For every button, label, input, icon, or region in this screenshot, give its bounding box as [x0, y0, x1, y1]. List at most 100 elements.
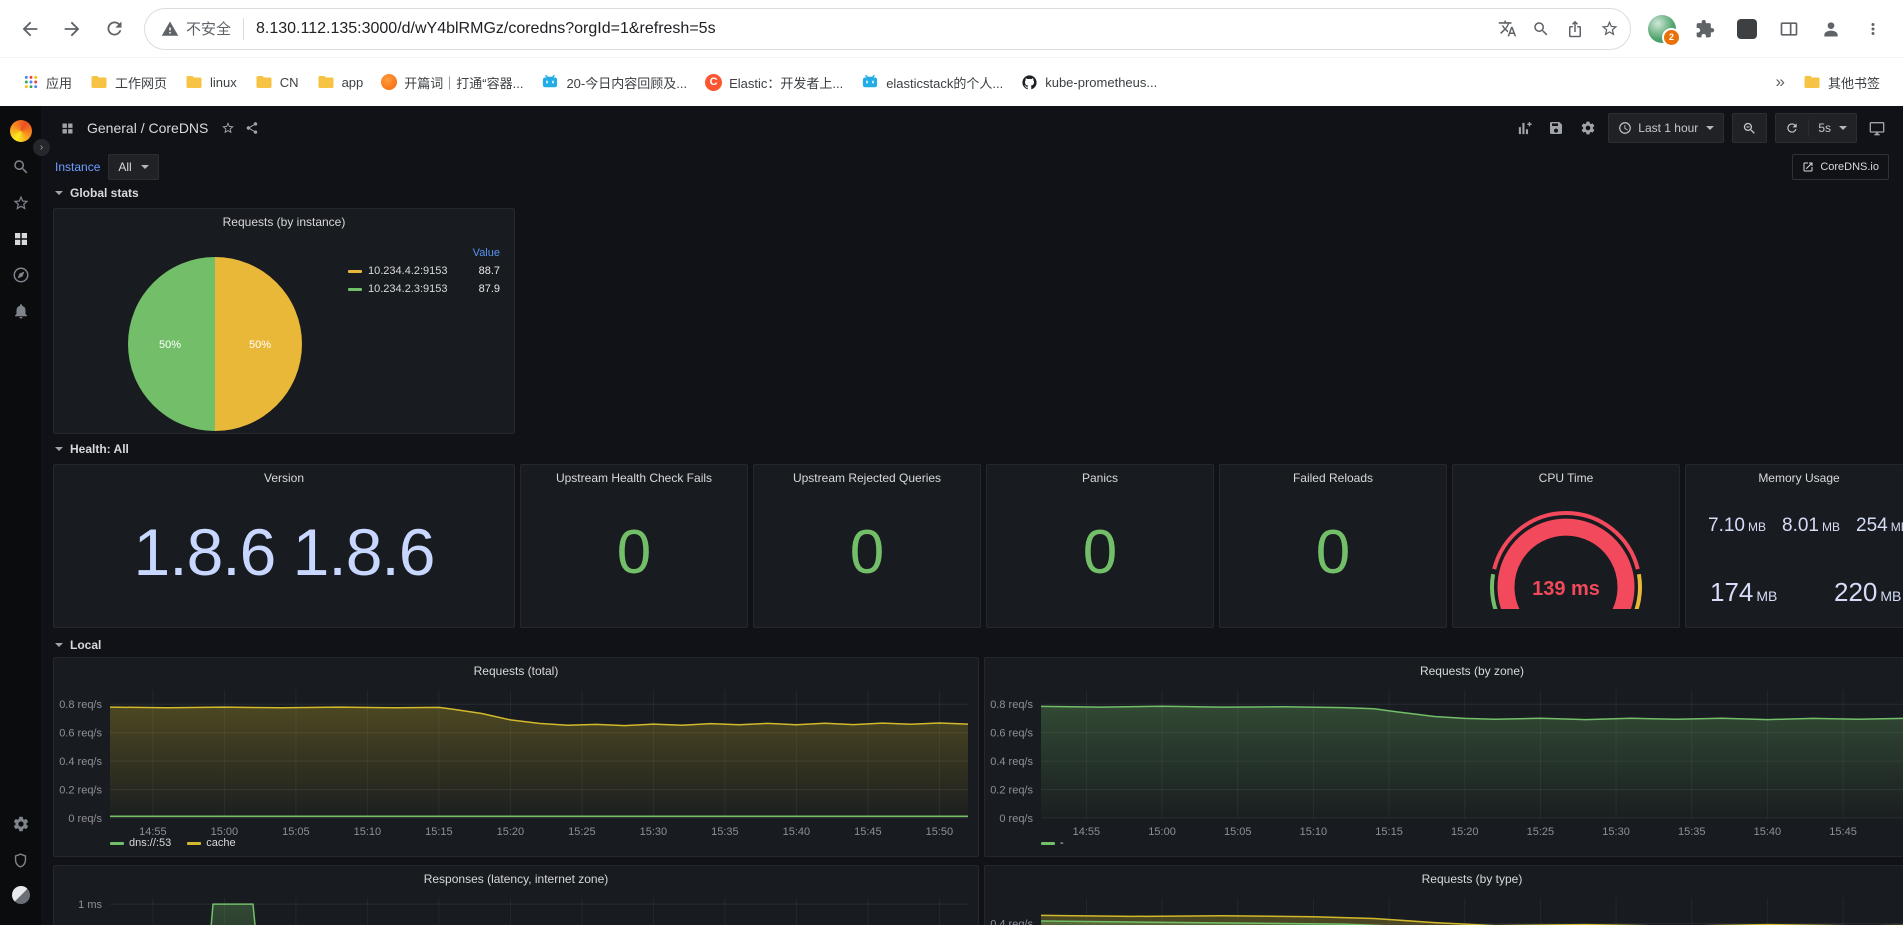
svg-text:139 ms: 139 ms: [1532, 578, 1600, 600]
security-indicator[interactable]: 不安全: [161, 18, 231, 39]
legend-value-header[interactable]: Value: [348, 247, 500, 259]
sidebar-item-explore[interactable]: [0, 260, 41, 290]
warning-icon: [161, 21, 179, 36]
section-health[interactable]: Health: All: [55, 442, 129, 456]
legend-item[interactable]: cache: [187, 837, 236, 849]
bookmarks-bar: 应用 工作网页 linux CN app 开篇词｜打通“容器... 20-今日内…: [0, 57, 1903, 106]
back-button[interactable]: [10, 9, 50, 49]
breadcrumb[interactable]: General / CoreDNS: [87, 120, 208, 136]
bookmark-item[interactable]: CN: [246, 68, 308, 96]
reload-icon: [106, 21, 121, 36]
csdn-icon: C: [705, 73, 723, 91]
add-panel-button[interactable]: [1512, 116, 1536, 140]
sidebar-item-configuration[interactable]: [0, 809, 41, 839]
bookmark-item[interactable]: 开篇词｜打通“容器...: [372, 68, 532, 97]
bookmark-item[interactable]: kube-prometheus...: [1012, 69, 1166, 96]
dashboard-settings-button[interactable]: [1576, 116, 1600, 140]
side-panel-icon: [1780, 21, 1798, 36]
panel-title[interactable]: Requests (by zone): [985, 658, 1903, 684]
zoom-out-button[interactable]: [1732, 113, 1768, 143]
svg-text:0.4 req/s: 0.4 req/s: [990, 756, 1033, 768]
link-label: CoreDNS.io: [1820, 161, 1879, 173]
panel-title[interactable]: Responses (latency, internet zone): [54, 866, 978, 892]
svg-text:15:50: 15:50: [926, 826, 954, 838]
stat-value: 0: [849, 517, 885, 587]
panel-title[interactable]: Requests (total): [54, 658, 978, 684]
url-text[interactable]: 8.130.112.135:3000/d/wY4blRMGz/coredns?o…: [256, 20, 1490, 38]
legend-item[interactable]: 10.234.2.3:9153 87.9: [348, 283, 500, 295]
bookmark-item[interactable]: 20-今日内容回顾及...: [532, 68, 696, 97]
bookmark-item[interactable]: app: [308, 68, 373, 96]
translate-icon: [1498, 20, 1516, 37]
svg-text:15:45: 15:45: [1829, 826, 1857, 838]
bookmark-label: 其他书签: [1827, 75, 1880, 91]
bookmark-star-button[interactable]: [1592, 12, 1626, 46]
section-global-stats[interactable]: Global stats: [55, 186, 139, 200]
url-bar[interactable]: 不安全 8.130.112.135:3000/d/wY4blRMGz/cored…: [144, 7, 1631, 50]
sidebar-item-dashboards[interactable]: [0, 224, 41, 254]
refresh-picker[interactable]: 5s: [1775, 113, 1857, 143]
bookmark-label: Elastic：开发者上...: [729, 75, 844, 91]
legend-item[interactable]: -: [1041, 837, 1064, 849]
legend-item[interactable]: 10.234.4.2:9153 88.7: [348, 265, 500, 277]
share-button[interactable]: [1558, 12, 1592, 46]
bookmark-item[interactable]: C Elastic：开发者上...: [696, 68, 852, 97]
star-icon: [13, 195, 28, 210]
other-bookmarks-button[interactable]: 其他书签: [1794, 68, 1889, 97]
sidebar-item-search[interactable]: [0, 152, 41, 182]
variable-value: All: [118, 160, 132, 174]
folder-icon: [318, 76, 334, 88]
legend-item[interactable]: dns://:53: [110, 837, 171, 849]
chevron-down-icon: [55, 191, 63, 195]
extensions-button[interactable]: [1685, 9, 1725, 49]
zoom-button[interactable]: [1524, 12, 1558, 46]
translate-button[interactable]: [1490, 12, 1524, 46]
menu-button[interactable]: [1853, 9, 1893, 49]
user-button[interactable]: [1811, 9, 1851, 49]
bookmark-item[interactable]: elasticstack的个人...: [852, 68, 1012, 97]
bookmark-item[interactable]: linux: [176, 68, 246, 96]
save-dashboard-button[interactable]: [1544, 116, 1568, 140]
profile-avatar[interactable]: 2: [1648, 14, 1681, 47]
coredns-link-button[interactable]: CoreDNS.io: [1792, 154, 1889, 180]
side-panel-button[interactable]: [1769, 9, 1809, 49]
chart-legend: -: [1041, 837, 1064, 849]
clock-icon: [1619, 122, 1632, 134]
divider: [1808, 119, 1810, 137]
reload-button[interactable]: [94, 9, 134, 49]
panel-panics: Panics 0: [986, 464, 1214, 628]
time-range-picker[interactable]: Last 1 hour: [1608, 113, 1725, 143]
apps-shortcut[interactable]: 应用: [14, 68, 81, 97]
favorite-star-button[interactable]: [216, 116, 240, 140]
tv-mode-button[interactable]: [1865, 116, 1889, 140]
panel-title[interactable]: Requests (by type): [985, 866, 1903, 892]
bookmark-item[interactable]: 工作网页: [81, 68, 176, 97]
panel-title[interactable]: CPU Time: [1453, 465, 1679, 491]
stat-value: 0: [616, 517, 652, 587]
panel-title[interactable]: Memory Usage: [1686, 465, 1903, 491]
extension-shortcut-button[interactable]: [1727, 9, 1767, 49]
section-local[interactable]: Local: [55, 638, 101, 652]
dashboard-navbar: General / CoreDNS Last 1 hour 5s: [41, 106, 1903, 150]
svg-text:0.2 req/s: 0.2 req/s: [990, 785, 1033, 797]
svg-text:0.6 req/s: 0.6 req/s: [990, 728, 1033, 740]
dashboard-squares-icon: [55, 116, 79, 140]
memory-value: 174 MB: [1710, 577, 1778, 607]
panel-requests-by-zone: Requests (by zone) 14:55 15:00 15:05 15:10 1…: [984, 657, 1903, 857]
instance-variable-dropdown[interactable]: All: [108, 154, 159, 180]
forward-button[interactable]: [52, 9, 92, 49]
stat-value: 0: [1082, 517, 1118, 587]
bookmarks-overflow-button[interactable]: »: [1767, 67, 1794, 97]
memory-value: 7.10 MB: [1708, 515, 1766, 536]
svg-text:0.8 req/s: 0.8 req/s: [990, 699, 1033, 711]
sidebar-expand-button[interactable]: ›: [33, 139, 50, 156]
bookmark-label: linux: [210, 74, 237, 90]
share-dashboard-button[interactable]: [240, 116, 264, 140]
sidebar-item-server-admin[interactable]: [0, 845, 41, 875]
svg-text:15:20: 15:20: [497, 826, 525, 838]
sidebar-item-alerting[interactable]: [0, 296, 41, 326]
sidebar-item-starred[interactable]: [0, 188, 41, 218]
memory-value: 220 MB: [1834, 577, 1902, 607]
sidebar-item-user-profile[interactable]: [0, 880, 41, 910]
folder-icon: [91, 76, 107, 88]
